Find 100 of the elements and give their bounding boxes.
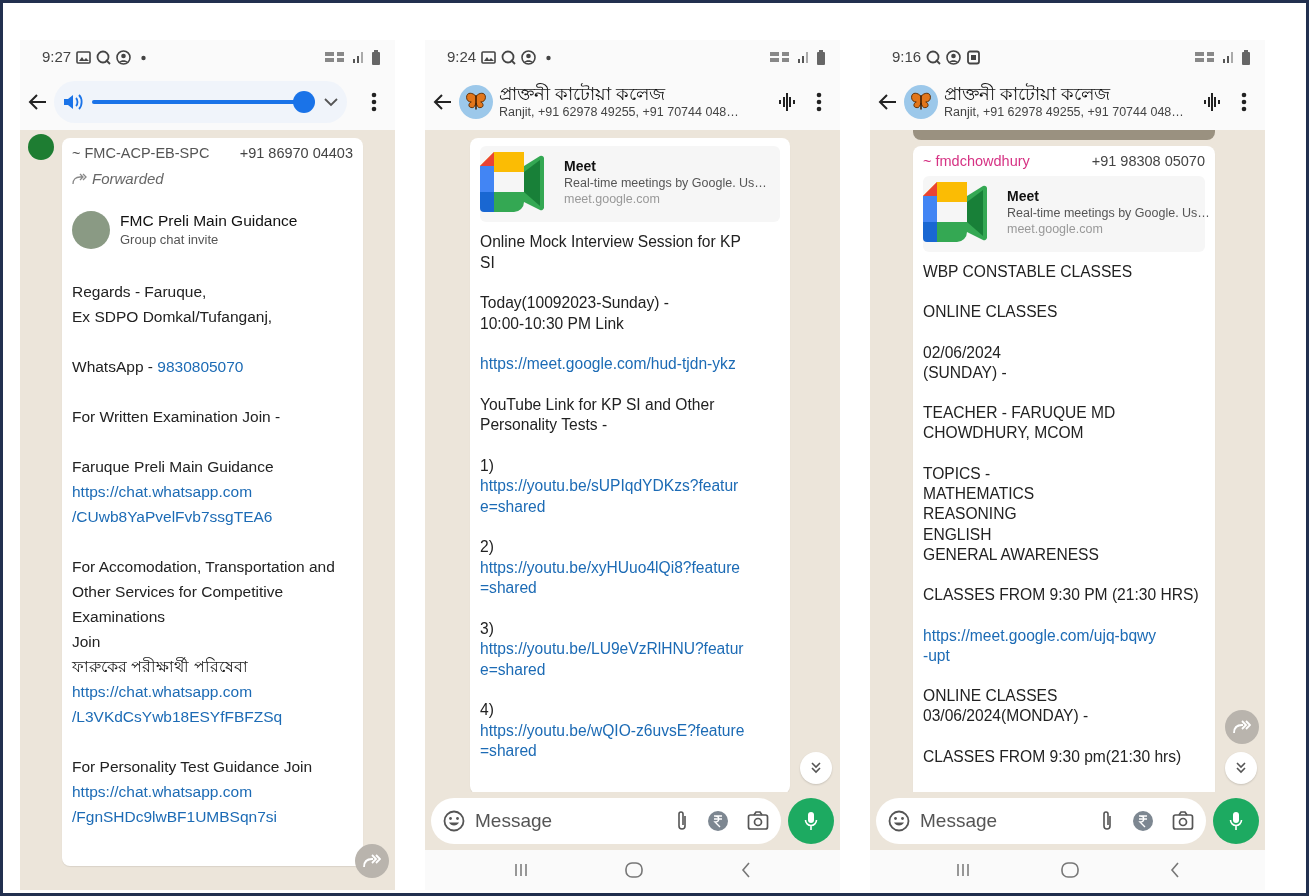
camera-icon[interactable] [747,811,769,831]
emoji-icon[interactable] [443,810,465,832]
paperclip-icon[interactable] [1100,810,1114,832]
battery-icon [816,49,826,65]
message-text: Join [72,632,102,652]
message-text: Ex SDPO Domkal/Tufanganj, [72,307,274,327]
link-preview[interactable]: Meet Real-time meetings by Google. Us… meet.google.com [480,146,780,222]
back-arrow-icon[interactable] [433,92,453,112]
scroll-down-button[interactable] [800,752,832,784]
message-text: CLASSES FROM 9:30 pm(21:30 hrs) [923,746,1183,767]
message-text: 4) [480,700,495,720]
link[interactable]: /FgnSHDc9lwBF1UMBSqn7si [72,804,353,829]
microphone-icon [1229,811,1243,831]
voice-call-icon[interactable] [1203,92,1221,112]
link[interactable]: https://meet.google.com/hud-tjdn-ykz [480,354,780,375]
butterfly-avatar-icon[interactable] [904,85,938,119]
preview-title: Meet [564,157,597,175]
back-icon[interactable] [741,862,752,878]
paperclip-icon[interactable] [675,810,689,832]
message-text: Other Services for Competitive [72,582,285,602]
gallery-icon [481,49,497,65]
microphone-button[interactable] [788,798,834,844]
message-text: Online Mock Interview Session for KP [480,232,742,252]
message-bar[interactable]: Message [431,798,781,844]
back-arrow-icon[interactable] [878,92,898,112]
butterfly-avatar-icon[interactable] [459,85,493,119]
back-icon[interactable] [1169,862,1180,878]
link[interactable]: /CUwb8YaPvelFvb7ssgTEA6 [72,504,353,529]
message-text: 10:00-10:30 PM Link [480,313,625,334]
back-arrow-icon[interactable] [28,92,48,112]
emoji-icon[interactable] [888,810,910,832]
chat-members: Ranjit, +91 62978 49255, +91 70744 048… [944,105,1184,121]
volume-slider[interactable] [92,91,315,113]
status-time: 9:24 [447,46,477,67]
sender-avatar[interactable] [28,134,54,160]
link[interactable]: https://chat.whatsapp.com [72,779,353,804]
chevron-down-icon[interactable] [323,96,339,108]
more-options-icon[interactable] [371,92,377,112]
sender-phone: +91 86970 04403 [239,144,353,163]
photo-placeholder [72,211,110,249]
message-text: For Written Examination Join - [72,407,282,427]
recent-apps-icon[interactable] [513,863,528,877]
network-status-icon [770,51,792,63]
message-text: TOPICS - [923,463,992,484]
link[interactable]: /L3VKdCsYwb18ESYfFBFZSq [72,704,353,729]
voice-call-icon[interactable] [778,92,796,112]
message-text: SI [480,252,496,273]
link[interactable]: https://youtu.be/wQIO-z6uvsE?feature [480,720,780,741]
rupee-icon[interactable] [1132,810,1154,832]
link[interactable]: https://youtu.be/sUPIqdYDKzs?featur [480,476,780,497]
sender-phone: +91 98308 05070 [1091,152,1205,171]
group-name[interactable]: FMC Preli Main Guidance [120,211,298,231]
message-text: For Personality Test Guidance Join [72,757,314,777]
message-text: 2) [480,537,495,557]
link[interactable]: -upt [923,645,1205,667]
more-options-icon[interactable] [816,92,822,112]
network-status-icon [325,51,347,63]
status-time: 9:27 [42,46,72,67]
scroll-down-button[interactable] [1225,752,1257,784]
message-text: Faruque Preli Main Guidance [72,457,275,477]
link[interactable]: https://meet.google.com/ujq-bqwy [923,625,1205,646]
chat-title: প্রাক্তনী কাটোয়া কলেজ [499,83,665,106]
more-options-icon[interactable] [1241,92,1247,112]
message-text: 1) [480,455,495,476]
sender-name[interactable]: ~ fmdchowdhury [923,150,1030,172]
forward-icon [363,854,381,868]
message-bar[interactable]: Message [876,798,1206,844]
signal-icon [1222,51,1236,63]
link[interactable]: =shared [480,578,780,599]
message-text: MATHEMATICS [923,484,1036,505]
rupee-icon[interactable] [707,810,729,832]
link[interactable]: https://chat.whatsapp.com [72,479,353,504]
preview-description: Real-time meetings by Google. Us… [564,175,767,191]
recent-apps-icon[interactable] [955,863,970,877]
signal-icon [797,51,811,63]
link[interactable]: https://youtu.be/xyHUuo4lQi8?feature [480,557,780,578]
search-icon [926,49,942,65]
link[interactable]: e=shared [480,496,780,517]
message-text: Regards - Faruque, [72,282,208,302]
link[interactable]: https://chat.whatsapp.com [72,679,353,704]
screen-icon [966,49,982,65]
message-text: ENGLISH [923,524,993,545]
slider-thumb[interactable] [293,91,315,113]
home-icon[interactable] [1060,862,1079,878]
link[interactable]: 9830805070 [157,358,244,375]
sender-name[interactable]: ~ FMC-ACP-EB-SPC [72,142,210,164]
signal-icon [352,51,366,63]
speaker-icon[interactable] [62,92,84,112]
link[interactable]: https://youtu.be/LU9eVzRlHNU?featur [480,639,780,660]
camera-icon[interactable] [1172,811,1194,831]
message-text: For Accomodation, Transportation and [72,557,336,577]
link[interactable]: =shared [480,741,780,762]
message-text: 02/06/2024 [923,342,1003,363]
forward-icon [1233,720,1251,734]
home-icon[interactable] [625,862,644,878]
microphone-icon [804,811,818,831]
link[interactable]: e=shared [480,659,780,680]
microphone-button[interactable] [1213,798,1259,844]
message-text: Today(10092023-Sunday) - [480,293,670,313]
message-text: Examinations [72,607,167,627]
